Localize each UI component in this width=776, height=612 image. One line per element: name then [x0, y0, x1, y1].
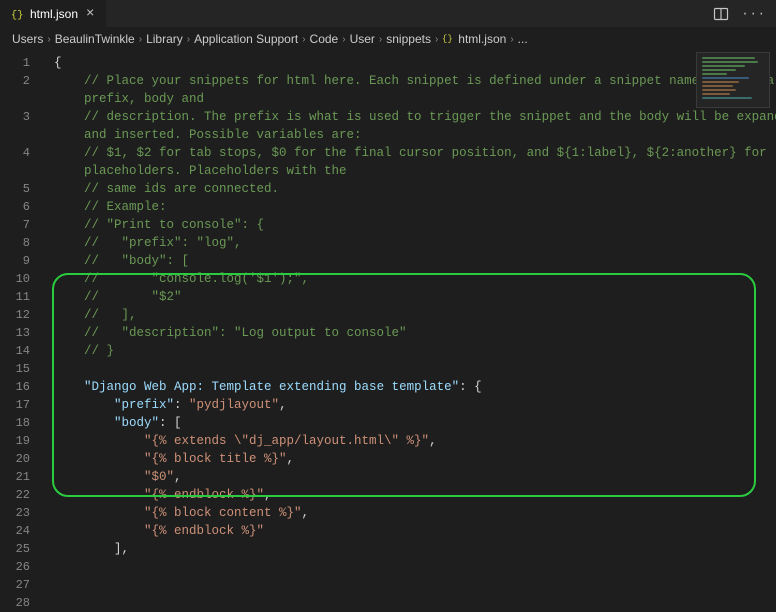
line-number: 12 [0, 306, 44, 324]
line-number: 2 [0, 72, 44, 90]
code-line[interactable]: "$0", [44, 468, 776, 486]
chevron-right-icon: › [435, 34, 438, 45]
more-actions-icon[interactable]: ··· [741, 7, 766, 21]
code-line[interactable]: prefix, body and [44, 90, 776, 108]
line-number: 10 [0, 270, 44, 288]
breadcrumb[interactable]: Users › BeaulinTwinkle › Library › Application… [0, 28, 776, 50]
code-content[interactable]: { // Place your snippets for html here. … [44, 50, 776, 556]
tab-group: {} html.json × [0, 0, 107, 27]
line-number: 4 [0, 144, 44, 162]
tab-label: html.json [30, 7, 78, 21]
chevron-right-icon: › [187, 34, 190, 45]
chevron-right-icon: › [379, 34, 382, 45]
json-braces-icon: {} [442, 32, 458, 46]
line-number: 14 [0, 342, 44, 360]
breadcrumb-trailing[interactable]: ... [518, 32, 528, 46]
json-braces-icon: {} [10, 7, 24, 21]
line-number: 18 [0, 414, 44, 432]
line-number: 19 [0, 432, 44, 450]
line-number: 8 [0, 234, 44, 252]
line-number: 17 [0, 396, 44, 414]
line-number: 28 [0, 594, 44, 612]
code-line[interactable]: // "$2" [44, 288, 776, 306]
code-line[interactable]: // same ids are connected. [44, 180, 776, 198]
line-number: 7 [0, 216, 44, 234]
close-icon[interactable]: × [84, 7, 96, 21]
code-line[interactable]: "{% endblock %}", [44, 486, 776, 504]
line-number: 21 [0, 468, 44, 486]
code-line[interactable]: "{% endblock %}" [44, 522, 776, 540]
chevron-right-icon: › [510, 34, 513, 45]
breadcrumb-segment[interactable]: Code [310, 32, 339, 46]
code-line[interactable]: // $1, $2 for tab stops, $0 for the fina… [44, 144, 776, 162]
breadcrumb-segment[interactable]: Users [12, 32, 43, 46]
line-number: 13 [0, 324, 44, 342]
chevron-right-icon: › [342, 34, 345, 45]
breadcrumb-segment[interactable]: Application Support [194, 32, 298, 46]
line-number: 6 [0, 198, 44, 216]
breadcrumb-segment[interactable]: snippets [386, 32, 431, 46]
line-number: 24 [0, 522, 44, 540]
split-editor-icon[interactable] [713, 6, 729, 22]
breadcrumb-file[interactable]: {}html.json [442, 32, 506, 46]
line-number: 23 [0, 504, 44, 522]
editor[interactable]: 1234567891011121314151617181920212223242… [0, 50, 776, 556]
code-line[interactable]: // "console.log('$1');", [44, 270, 776, 288]
code-line[interactable]: ], [44, 540, 776, 556]
code-line[interactable]: // description. The prefix is what is us… [44, 108, 776, 126]
code-line[interactable]: // "prefix": "log", [44, 234, 776, 252]
code-line[interactable]: placeholders. Placeholders with the [44, 162, 776, 180]
code-line[interactable]: // Example: [44, 198, 776, 216]
code-line[interactable]: "{% block content %}", [44, 504, 776, 522]
line-number-gutter: 1234567891011121314151617181920212223242… [0, 50, 44, 556]
line-number [0, 162, 44, 180]
svg-text:{}: {} [442, 34, 453, 44]
line-number: 1 [0, 54, 44, 72]
line-number: 20 [0, 450, 44, 468]
line-number [0, 90, 44, 108]
breadcrumb-segment[interactable]: BeaulinTwinkle [55, 32, 135, 46]
code-line[interactable]: "{% extends \"dj_app/layout.html\" %}", [44, 432, 776, 450]
minimap[interactable] [696, 52, 770, 108]
code-line[interactable]: "Django Web App: Template extending base… [44, 378, 776, 396]
chevron-right-icon: › [302, 34, 305, 45]
tab-html-json[interactable]: {} html.json × [0, 0, 107, 27]
line-number: 16 [0, 378, 44, 396]
line-number: 5 [0, 180, 44, 198]
line-number: 9 [0, 252, 44, 270]
svg-text:{}: {} [11, 9, 24, 21]
code-line[interactable]: "prefix": "pydjlayout", [44, 396, 776, 414]
code-line[interactable]: // "Print to console": { [44, 216, 776, 234]
code-line[interactable]: "{% block title %}", [44, 450, 776, 468]
code-line[interactable]: // "body": [ [44, 252, 776, 270]
chevron-right-icon: › [47, 34, 50, 45]
line-number: 3 [0, 108, 44, 126]
breadcrumb-segment[interactable]: User [350, 32, 375, 46]
code-line[interactable] [44, 360, 776, 378]
code-line[interactable]: and inserted. Possible variables are: [44, 126, 776, 144]
line-number [0, 126, 44, 144]
code-line[interactable]: // "description": "Log output to console… [44, 324, 776, 342]
line-number: 25 [0, 540, 44, 558]
code-line[interactable]: // Place your snippets for html here. Ea… [44, 72, 776, 90]
tab-bar: {} html.json × ··· [0, 0, 776, 28]
line-number: 15 [0, 360, 44, 378]
code-line[interactable]: // } [44, 342, 776, 360]
line-number: 26 [0, 558, 44, 576]
line-number: 27 [0, 576, 44, 594]
code-line[interactable]: "body": [ [44, 414, 776, 432]
tab-actions: ··· [703, 6, 776, 22]
line-number: 11 [0, 288, 44, 306]
breadcrumb-segment[interactable]: Library [146, 32, 183, 46]
chevron-right-icon: › [139, 34, 142, 45]
line-number: 22 [0, 486, 44, 504]
code-line[interactable]: // ], [44, 306, 776, 324]
code-line[interactable]: { [44, 54, 776, 72]
